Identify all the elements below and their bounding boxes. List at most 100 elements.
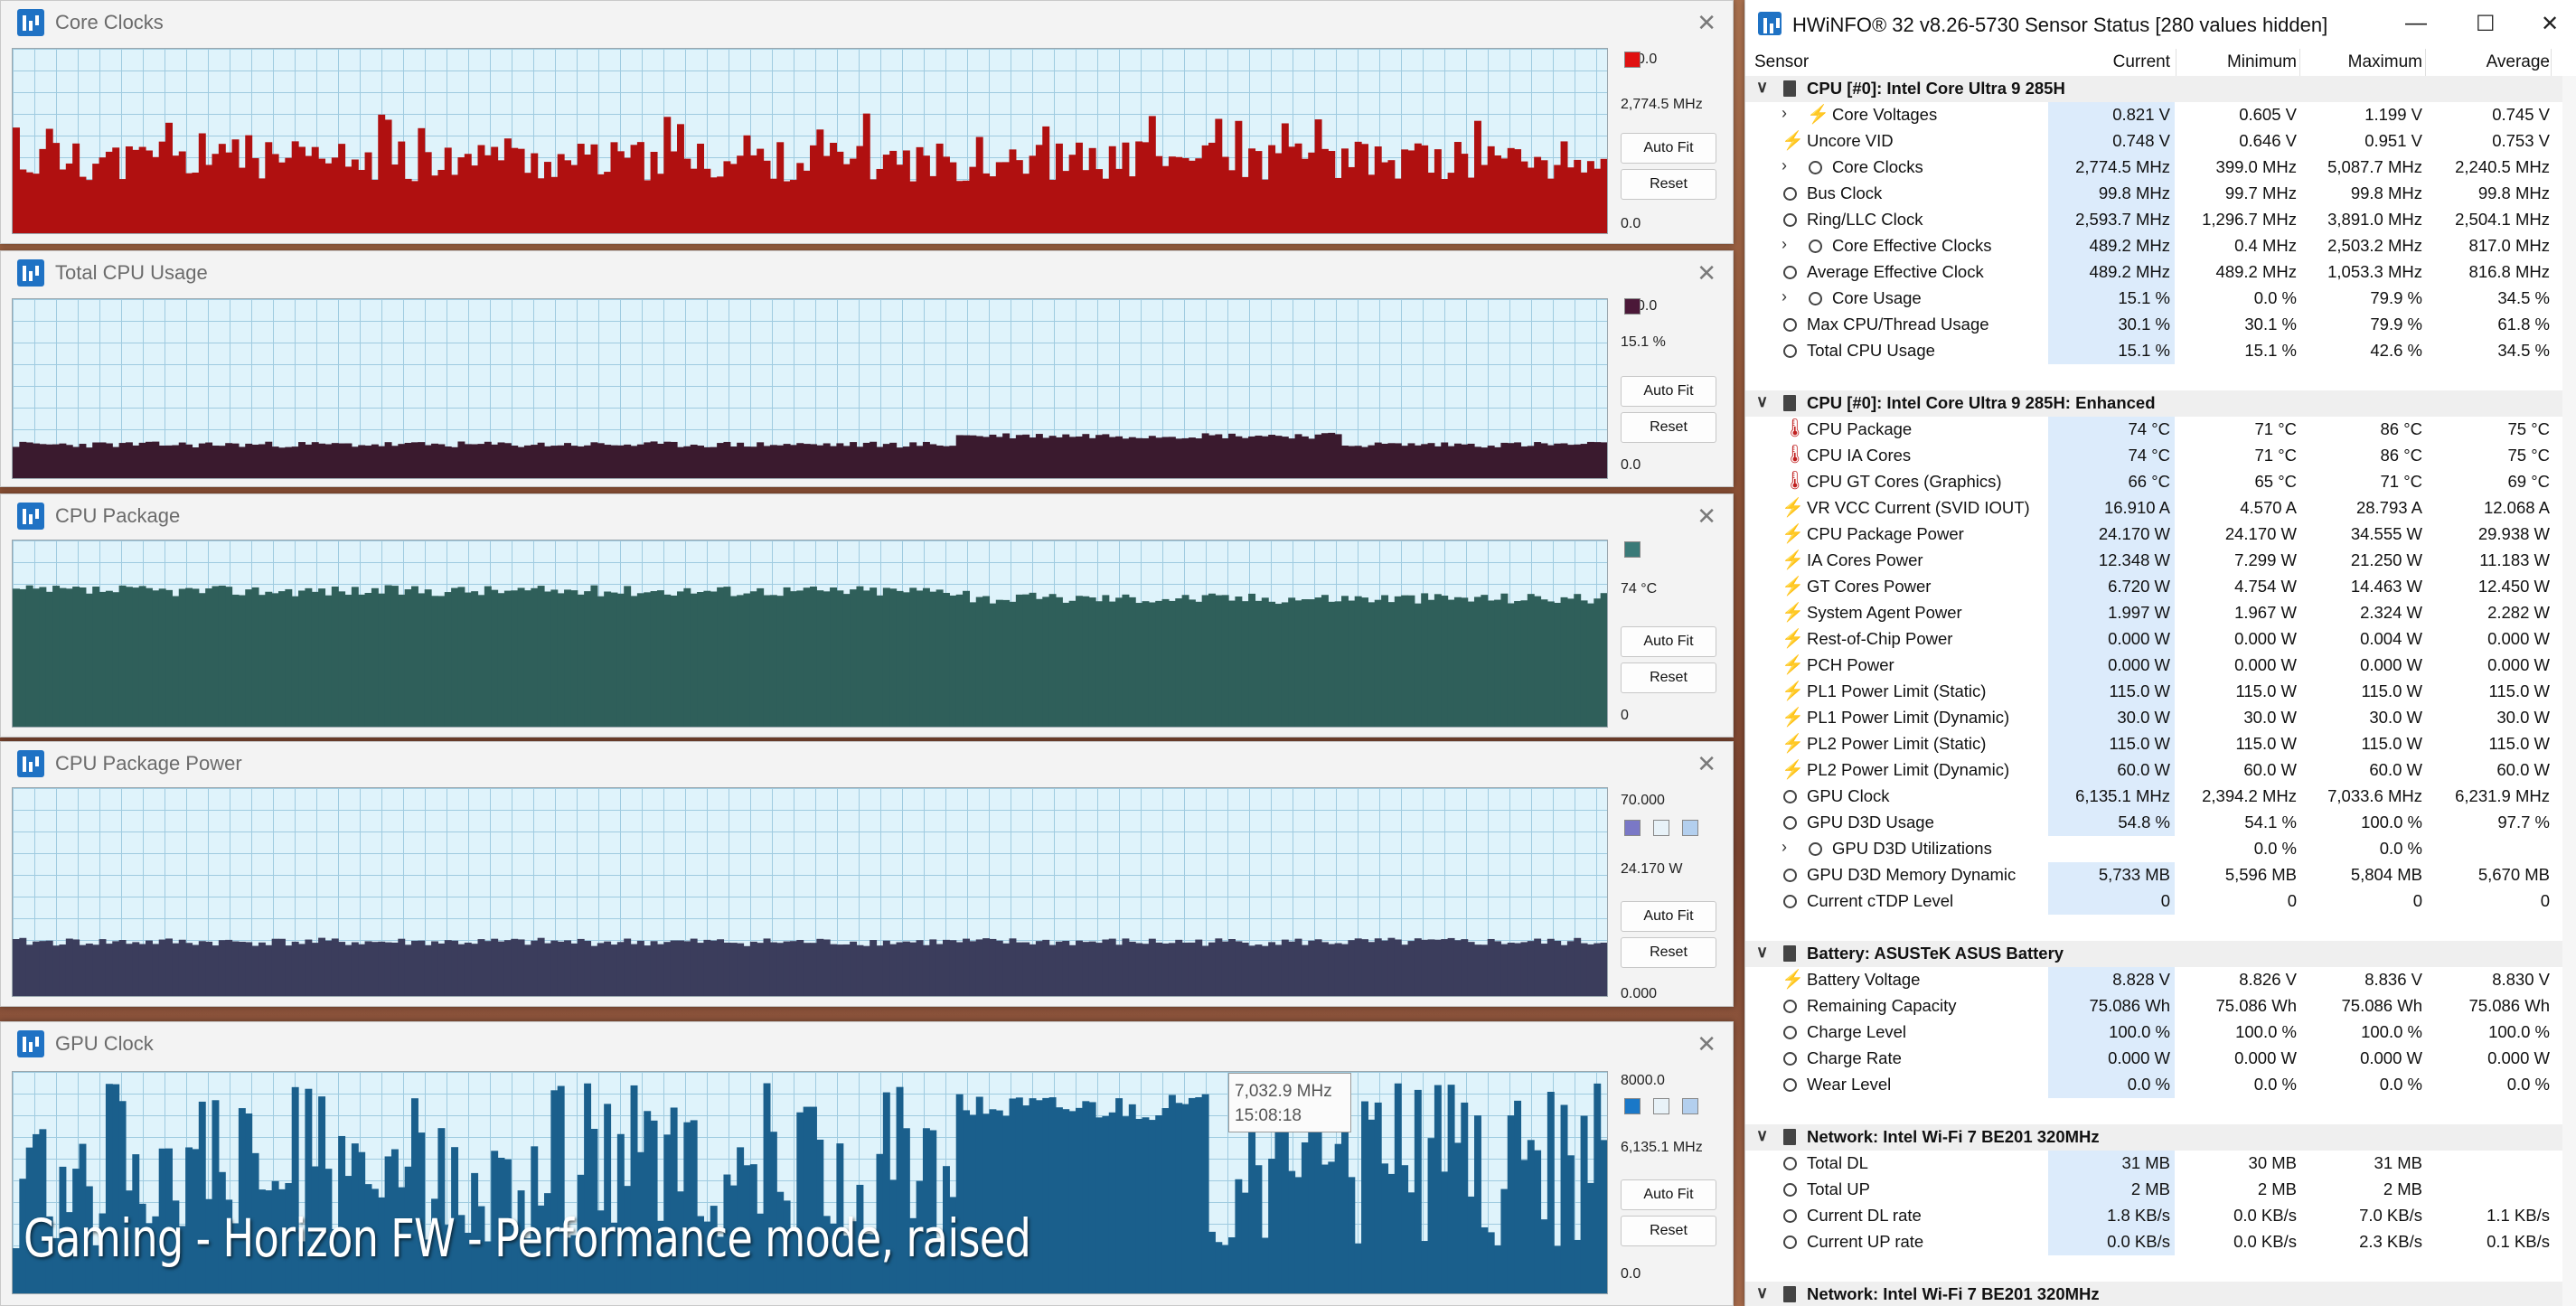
chevron-right-icon[interactable]: › (1782, 235, 1787, 254)
auto-fit-button[interactable]: Auto Fit (1621, 626, 1716, 657)
sensor-row[interactable]: Charge Level 100.0 % 100.0 % 100.0 % 100… (1745, 1019, 2576, 1046)
sensor-row[interactable]: Total UP 2 MB 2 MB 2 MB (1745, 1177, 2576, 1203)
sensor-row[interactable]: 🌡 CPU Package 74 °C 71 °C 86 °C 75 °C (1745, 417, 2576, 443)
sensor-row[interactable]: Total DL 31 MB 30 MB 31 MB (1745, 1151, 2576, 1177)
sensor-row[interactable]: ⚡ PL1 Power Limit (Dynamic) 30.0 W 30.0 … (1745, 705, 2576, 731)
chevron-right-icon[interactable]: › (1782, 287, 1787, 306)
sensor-row[interactable]: Bus Clock 99.8 MHz 99.7 MHz 99.8 MHz 99.… (1745, 181, 2576, 207)
chevron-right-icon[interactable]: › (1782, 838, 1787, 857)
graph-bar (584, 155, 592, 233)
graph-plot[interactable] (12, 48, 1608, 234)
sensor-row[interactable]: Remaining Capacity 75.086 Wh 75.086 Wh 7… (1745, 993, 2576, 1019)
auto-fit-button[interactable]: Auto Fit (1621, 1179, 1716, 1210)
chevron-right-icon[interactable]: › (1782, 104, 1787, 123)
sensor-row[interactable]: Charge Rate 0.000 W 0.000 W 0.000 W 0.00… (1745, 1046, 2576, 1072)
sensor-group-header[interactable]: ∨ Network: Intel Wi-Fi 7 BE201 320MHz (1745, 1282, 2576, 1306)
sensor-row[interactable]: › Core Effective Clocks 489.2 MHz 0.4 MH… (1745, 233, 2576, 259)
color-swatch[interactable] (1624, 820, 1641, 836)
sensor-row[interactable]: ⚡ PL1 Power Limit (Static) 115.0 W 115.0… (1745, 679, 2576, 705)
col-maximum[interactable]: Maximum (2348, 52, 2422, 72)
color-swatch[interactable] (1682, 1098, 1698, 1114)
reset-button[interactable]: Reset (1621, 937, 1716, 968)
sensor-list[interactable]: ∨ CPU [#0]: Intel Core Ultra 9 285H › ⚡ … (1745, 76, 2576, 1306)
color-swatch[interactable] (1682, 820, 1698, 836)
close-icon[interactable]: ✕ (2541, 11, 2559, 37)
graph-bar (378, 446, 386, 478)
sensor-row[interactable]: Wear Level 0.0 % 0.0 % 0.0 % 0.0 % (1745, 1072, 2576, 1098)
close-icon[interactable]: ✕ (1697, 1032, 1716, 1056)
auto-fit-button[interactable]: Auto Fit (1621, 133, 1716, 164)
sensor-row[interactable]: ⚡ VR VCC Current (SVID IOUT) 16.910 A 4.… (1745, 495, 2576, 521)
sensor-group-header[interactable]: ∨ CPU [#0]: Intel Core Ultra 9 285H (1745, 76, 2576, 102)
sensor-row[interactable]: 🌡 CPU GT Cores (Graphics) 66 °C 65 °C 71… (1745, 469, 2576, 495)
sensor-group-header[interactable]: ∨ Battery: ASUSTeK ASUS Battery (1745, 941, 2576, 967)
scrollbar[interactable] (2562, 76, 2576, 1306)
col-average[interactable]: Average (2487, 52, 2550, 72)
sensor-row[interactable]: ⚡ System Agent Power 1.997 W 1.967 W 2.3… (1745, 600, 2576, 626)
col-current[interactable]: Current (2113, 52, 2170, 72)
color-swatch[interactable] (1653, 1098, 1669, 1114)
auto-fit-button[interactable]: Auto Fit (1621, 376, 1716, 407)
value-minimum: 0.000 W (2234, 1048, 2297, 1067)
sensor-row[interactable]: Ring/LLC Clock 2,593.7 MHz 1,296.7 MHz 3… (1745, 207, 2576, 233)
sensor-row[interactable]: ⚡ PL2 Power Limit (Static) 115.0 W 115.0… (1745, 731, 2576, 757)
sensor-row[interactable]: › GPU D3D Utilizations 0.0 % 0.0 % (1745, 836, 2576, 862)
sensor-row[interactable]: GPU D3D Usage 54.8 % 54.1 % 100.0 % 97.7… (1745, 810, 2576, 836)
chevron-right-icon[interactable]: › (1782, 156, 1787, 175)
col-minimum[interactable]: Minimum (2227, 52, 2297, 72)
value-maximum: 115.0 W (2361, 734, 2422, 753)
graph-plot[interactable] (12, 298, 1608, 479)
sensor-row[interactable]: ⚡ PCH Power 0.000 W 0.000 W 0.000 W 0.00… (1745, 653, 2576, 679)
sensor-row[interactable]: Current UP rate 0.0 KB/s 0.0 KB/s 2.3 KB… (1745, 1229, 2576, 1255)
sensor-group-header[interactable]: ∨ Network: Intel Wi-Fi 7 BE201 320MHz (1745, 1124, 2576, 1151)
reset-button[interactable]: Reset (1621, 662, 1716, 693)
sensor-group-header[interactable]: ∨ CPU [#0]: Intel Core Ultra 9 285H: Enh… (1745, 390, 2576, 417)
sensor-row[interactable]: › ⚡ Core Voltages 0.821 V 0.605 V 1.199 … (1745, 102, 2576, 128)
reset-button[interactable]: Reset (1621, 412, 1716, 443)
sensor-row[interactable]: GPU Clock 6,135.1 MHz 2,394.2 MHz 7,033.… (1745, 784, 2576, 810)
col-sensor[interactable]: Sensor (1754, 52, 1809, 72)
sensor-row[interactable]: ⚡ PL2 Power Limit (Dynamic) 60.0 W 60.0 … (1745, 757, 2576, 784)
close-icon[interactable]: ✕ (1697, 261, 1716, 285)
close-icon[interactable]: ✕ (1697, 752, 1716, 775)
graph-bar (364, 941, 372, 996)
sensor-row[interactable]: Max CPU/Thread Usage 30.1 % 30.1 % 79.9 … (1745, 312, 2576, 338)
close-icon[interactable]: ✕ (1697, 504, 1716, 528)
graph-plot[interactable] (12, 540, 1608, 728)
chevron-down-icon[interactable]: ∨ (1756, 1283, 1768, 1302)
sensor-row[interactable]: Total CPU Usage 15.1 % 15.1 % 42.6 % 34.… (1745, 338, 2576, 364)
graph-bar (989, 176, 997, 233)
graph-plot[interactable] (12, 787, 1608, 997)
minimize-icon[interactable]: — (2405, 11, 2427, 36)
sensor-row[interactable]: 🌡 CPU IA Cores 74 °C 71 °C 86 °C 75 °C (1745, 443, 2576, 469)
sensor-row[interactable]: GPU D3D Memory Dynamic 5,733 MB 5,596 MB… (1745, 862, 2576, 888)
graph-bar (152, 441, 160, 478)
graph-bar (19, 169, 27, 233)
chevron-down-icon[interactable]: ∨ (1756, 78, 1768, 97)
chevron-down-icon[interactable]: ∨ (1756, 943, 1768, 962)
maximize-icon[interactable]: ☐ (2476, 11, 2496, 37)
sensor-row[interactable]: › Core Clocks 2,774.5 MHz 399.0 MHz 5,08… (1745, 155, 2576, 181)
auto-fit-button[interactable]: Auto Fit (1621, 901, 1716, 932)
sensor-row[interactable]: ⚡ Battery Voltage 8.828 V 8.826 V 8.836 … (1745, 967, 2576, 993)
sensor-row[interactable]: ⚡ Uncore VID 0.748 V 0.646 V 0.951 V 0.7… (1745, 128, 2576, 155)
color-swatch[interactable] (1624, 541, 1641, 558)
chevron-down-icon[interactable]: ∨ (1756, 1126, 1768, 1145)
sensor-row[interactable]: ⚡ Rest-of-Chip Power 0.000 W 0.000 W 0.0… (1745, 626, 2576, 653)
chevron-down-icon[interactable]: ∨ (1756, 392, 1768, 411)
sensor-row[interactable]: ⚡ CPU Package Power 24.170 W 24.170 W 34… (1745, 521, 2576, 548)
sensor-row[interactable]: › Core Usage 15.1 % 0.0 % 79.9 % 34.5 % (1745, 286, 2576, 312)
close-icon[interactable]: ✕ (1697, 11, 1716, 34)
sensor-row[interactable]: Current DL rate 1.8 KB/s 0.0 KB/s 7.0 KB… (1745, 1203, 2576, 1229)
graph-bar (1527, 167, 1535, 233)
color-swatch[interactable] (1624, 1098, 1641, 1114)
sensor-row[interactable]: ⚡ IA Cores Power 12.348 W 7.299 W 21.250… (1745, 548, 2576, 574)
reset-button[interactable]: Reset (1621, 169, 1716, 200)
sensor-row[interactable]: Average Effective Clock 489.2 MHz 489.2 … (1745, 259, 2576, 286)
sensor-row[interactable]: ⚡ GT Cores Power 6.720 W 4.754 W 14.463 … (1745, 574, 2576, 600)
color-swatch[interactable] (1624, 298, 1641, 315)
reset-button[interactable]: Reset (1621, 1216, 1716, 1246)
color-swatch[interactable] (1624, 52, 1641, 68)
color-swatch[interactable] (1653, 820, 1669, 836)
sensor-row[interactable]: Current cTDP Level 0 0 0 0 (1745, 888, 2576, 915)
